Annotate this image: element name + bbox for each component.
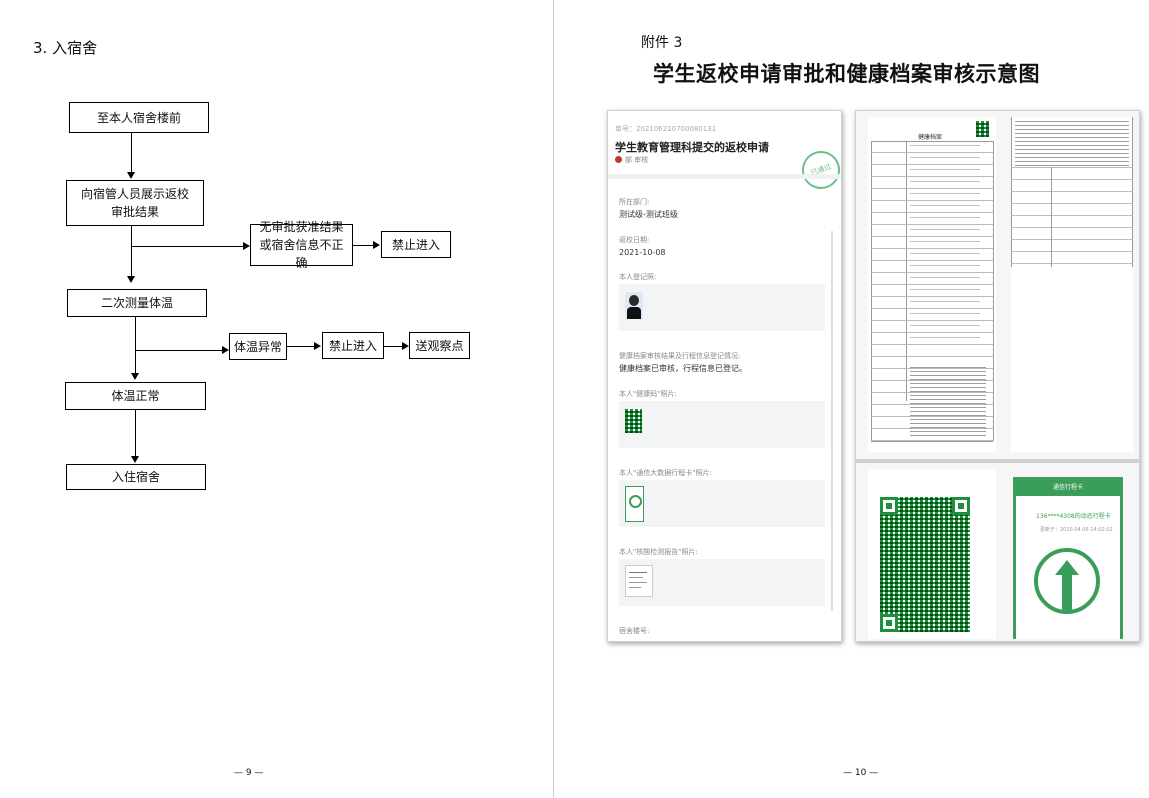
dorm-number-label: 宿舍楼号:: [619, 627, 650, 635]
flow-deny-entry-2: 禁止进入: [322, 332, 384, 359]
approver-tag: 部 审核: [625, 156, 649, 164]
flow-deny-entry-1: 禁止进入: [381, 231, 451, 258]
test-report-thumbnail: [625, 565, 653, 597]
flow-temp-normal: 体温正常: [65, 382, 206, 410]
health-code-field: [619, 401, 825, 448]
approved-stamp: 已通过: [796, 145, 841, 195]
page-divider: [553, 0, 554, 798]
page-number: — 10 —: [843, 768, 879, 778]
flow-connector: [131, 246, 243, 247]
photo-field: [619, 284, 825, 331]
trip-card-label: 本人"通信大数据行程卡"照片:: [619, 469, 712, 477]
qr-finder-icon: [880, 497, 898, 515]
arrow-right-icon: [314, 342, 321, 350]
flow-branch-no-approval: 无审批获准结果或宿舍信息不正确: [250, 220, 353, 270]
id-photo: [625, 292, 643, 319]
flow-connector: [287, 346, 314, 347]
flow-temp-abnormal: 体温异常: [229, 333, 287, 360]
health-record-screenshot: 健康档案 通信行程卡 136****4308的动态行程卡 更新于：2020.04…: [855, 110, 1140, 642]
arrow-down-icon: [131, 456, 139, 463]
serial-number: 单号：202106210700080131: [615, 125, 717, 133]
health-record-form-page-2: [1011, 117, 1133, 452]
flow-connector: [135, 317, 136, 375]
flow-connector: [135, 410, 136, 458]
health-code-label: 本人"健康码"照片:: [619, 390, 677, 398]
appendix-label: 附件 3: [641, 35, 683, 51]
arrow-down-icon: [127, 172, 135, 179]
section-title: 3. 入宿舍: [33, 39, 98, 57]
application-screenshot: 单号：202106210700080131 学生教育管理科提交的返校申请 部 审…: [607, 110, 842, 642]
return-date-value: 2021-10-08: [619, 248, 666, 257]
flow-step-second-temp: 二次测量体温: [67, 289, 207, 317]
separator: [608, 174, 841, 179]
test-report-label: 本人"核酸检测报告"照片:: [619, 548, 698, 556]
flow-step-show-approval: 向宿管人员展示返校审批结果: [66, 180, 204, 226]
health-code-qr-icon: [625, 409, 642, 433]
arrow-right-icon: [222, 346, 229, 354]
health-record-heading: 健康档案: [918, 134, 943, 141]
application-heading: 学生教育管理科提交的返校申请: [615, 141, 769, 154]
green-arrow-icon: [1034, 548, 1100, 614]
health-record-form: 健康档案: [868, 117, 996, 452]
health-review-label: 健康档案审核结果及行程信息登记情况:: [619, 352, 741, 360]
qr-finder-icon: [880, 614, 898, 632]
right-page: 附件 3 学生返校申请审批和健康档案审核示意图 单号：2021062107000…: [555, 0, 1149, 798]
page-number: — 9 —: [234, 768, 264, 778]
qr-code-icon: [976, 121, 989, 137]
flow-step-arrive-dorm: 至本人宿舍楼前: [69, 102, 209, 133]
dept-label: 所在部门:: [619, 198, 650, 206]
photo-label: 本人登记照:: [619, 273, 657, 281]
flow-connector: [384, 346, 402, 347]
flow-step-check-in: 入住宿舍: [66, 464, 206, 490]
return-date-label: 返校日期:: [619, 236, 650, 244]
scrollbar: [831, 231, 833, 611]
health-qr-panel: [868, 469, 996, 639]
flow-connector: [135, 350, 223, 351]
health-qr-code-icon: [880, 497, 970, 632]
flow-send-observation: 送观察点: [409, 332, 470, 359]
document-title: 学生返校申请审批和健康档案审核示意图: [653, 61, 1040, 86]
arrow-right-icon: [373, 241, 380, 249]
trip-card-panel: 通信行程卡 136****4308的动态行程卡 更新于：2020.04.06 1…: [1013, 477, 1123, 639]
arrow-down-icon: [131, 373, 139, 380]
flow-connector: [353, 245, 373, 246]
avatar-dot: [615, 156, 622, 163]
arrow-down-icon: [127, 276, 135, 283]
flow-connector: [131, 226, 132, 278]
arrow-right-icon: [243, 242, 250, 250]
trip-card-thumbnail: [625, 486, 644, 522]
left-page: 3. 入宿舍 至本人宿舍楼前 向宿管人员展示返校审批结果 无审批获准结果或宿舍信…: [0, 0, 553, 798]
health-review-value: 健康档案已审核，行程信息已登记。: [619, 364, 747, 373]
qr-finder-icon: [952, 497, 970, 515]
arrow-right-icon: [402, 342, 409, 350]
test-report-field: [619, 559, 825, 606]
dept-value: 测试级-测试班级: [619, 210, 678, 219]
flow-connector: [131, 133, 132, 173]
trip-card-phone: 136****4308的动态行程卡: [1036, 513, 1111, 520]
trip-card-header: 通信行程卡: [1016, 480, 1120, 496]
trip-card-update-time: 更新于：2020.04.06 14:02:02: [1040, 527, 1113, 533]
trip-card-field: [619, 480, 825, 527]
